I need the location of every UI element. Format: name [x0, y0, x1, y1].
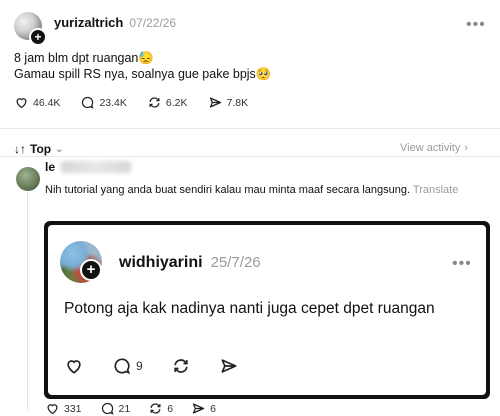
thread-line — [27, 192, 28, 410]
comment-count: 23.4K — [99, 96, 127, 109]
view-activity-link[interactable]: View activity › — [400, 142, 468, 154]
comment-button[interactable]: 23.4K — [80, 95, 127, 110]
heart-icon — [47, 404, 58, 415]
follow-plus-icon[interactable]: + — [80, 259, 102, 281]
share-button[interactable]: 7.8K — [208, 95, 249, 110]
view-activity-label: View activity — [400, 142, 461, 154]
like-button[interactable]: 46.4K — [14, 95, 60, 110]
repost-count: 6.2K — [165, 96, 188, 109]
repost-icon — [149, 97, 160, 108]
reply-author-avatar[interactable] — [16, 167, 40, 191]
reply-like-count: 331 — [64, 402, 82, 415]
sort-label: Top — [30, 142, 52, 156]
chevron-down-icon: ⌄ — [55, 143, 64, 155]
repost-button[interactable]: 6.2K — [147, 95, 188, 110]
follow-plus-icon[interactable]: + — [29, 28, 47, 46]
post-body: 8 jam blm dpt ruangan😓 Gamau spill RS ny… — [14, 50, 271, 82]
reply-comment-count: 21 — [118, 402, 131, 415]
post-more-icon[interactable]: ••• — [466, 16, 486, 34]
reply-share-count: 6 — [210, 402, 216, 415]
post-date: 07/22/26 — [129, 16, 177, 30]
post-line-1: 8 jam blm dpt ruangan😓 — [14, 51, 154, 65]
comment-icon — [101, 402, 114, 415]
quoted-username[interactable]: widhiyarini — [119, 254, 203, 272]
heart-icon — [67, 360, 81, 374]
reply-repost-count: 6 — [167, 402, 174, 415]
share-count: 7.8K — [226, 96, 249, 109]
sort-icon: ↓↑ — [14, 142, 26, 156]
reply-like-button[interactable]: 331 — [45, 401, 82, 416]
divider — [0, 128, 500, 129]
redacted-username — [61, 161, 132, 173]
quoted-post-card[interactable]: + widhiyarini 25/7/26 ••• Potong aja kak… — [44, 221, 490, 399]
quoted-comment-count: 9 — [136, 359, 143, 373]
translate-link[interactable]: Translate — [413, 184, 458, 196]
sort-dropdown[interactable]: ↓↑ Top ⌄ — [14, 142, 64, 156]
divider — [0, 156, 500, 157]
comment-icon — [114, 358, 131, 375]
quoted-comment-button[interactable]: 9 — [112, 356, 143, 376]
reply-repost-button[interactable]: 6 — [148, 401, 173, 416]
reply-username[interactable]: le — [45, 160, 55, 174]
send-icon — [221, 359, 237, 373]
quoted-share-button[interactable] — [219, 356, 239, 376]
reply-actions: 331 21 6 6 — [45, 401, 216, 416]
post-line-2: Gamau spill RS nya, soalnya gue pake bpj… — [14, 67, 272, 81]
like-count: 46.4K — [33, 96, 61, 109]
quoted-repost-button[interactable] — [171, 356, 191, 376]
reply-share-button[interactable]: 6 — [191, 401, 216, 416]
quoted-date: 25/7/26 — [210, 254, 261, 271]
send-icon — [192, 403, 205, 414]
quoted-actions: 9 — [64, 356, 239, 376]
post-username[interactable]: yurizaltrich — [54, 15, 123, 30]
quoted-text: Potong aja kak nadinya nanti juga cepet … — [64, 300, 435, 317]
heart-icon — [16, 98, 27, 109]
reply-comment-button[interactable]: 21 — [100, 401, 131, 416]
comment-icon — [82, 96, 94, 109]
chevron-right-icon: › — [464, 142, 468, 154]
reply-text: Nih tutorial yang anda buat sendiri kala… — [45, 184, 411, 196]
quoted-more-icon[interactable]: ••• — [452, 255, 472, 273]
send-icon — [209, 97, 221, 108]
repost-icon — [150, 403, 161, 414]
post-actions: 46.4K 23.4K 6.2K 7.8K — [14, 95, 248, 110]
reply-body: Nih tutorial yang anda buat sendiri kala… — [45, 183, 485, 198]
quoted-like-button[interactable] — [64, 356, 84, 376]
repost-icon — [174, 359, 188, 373]
